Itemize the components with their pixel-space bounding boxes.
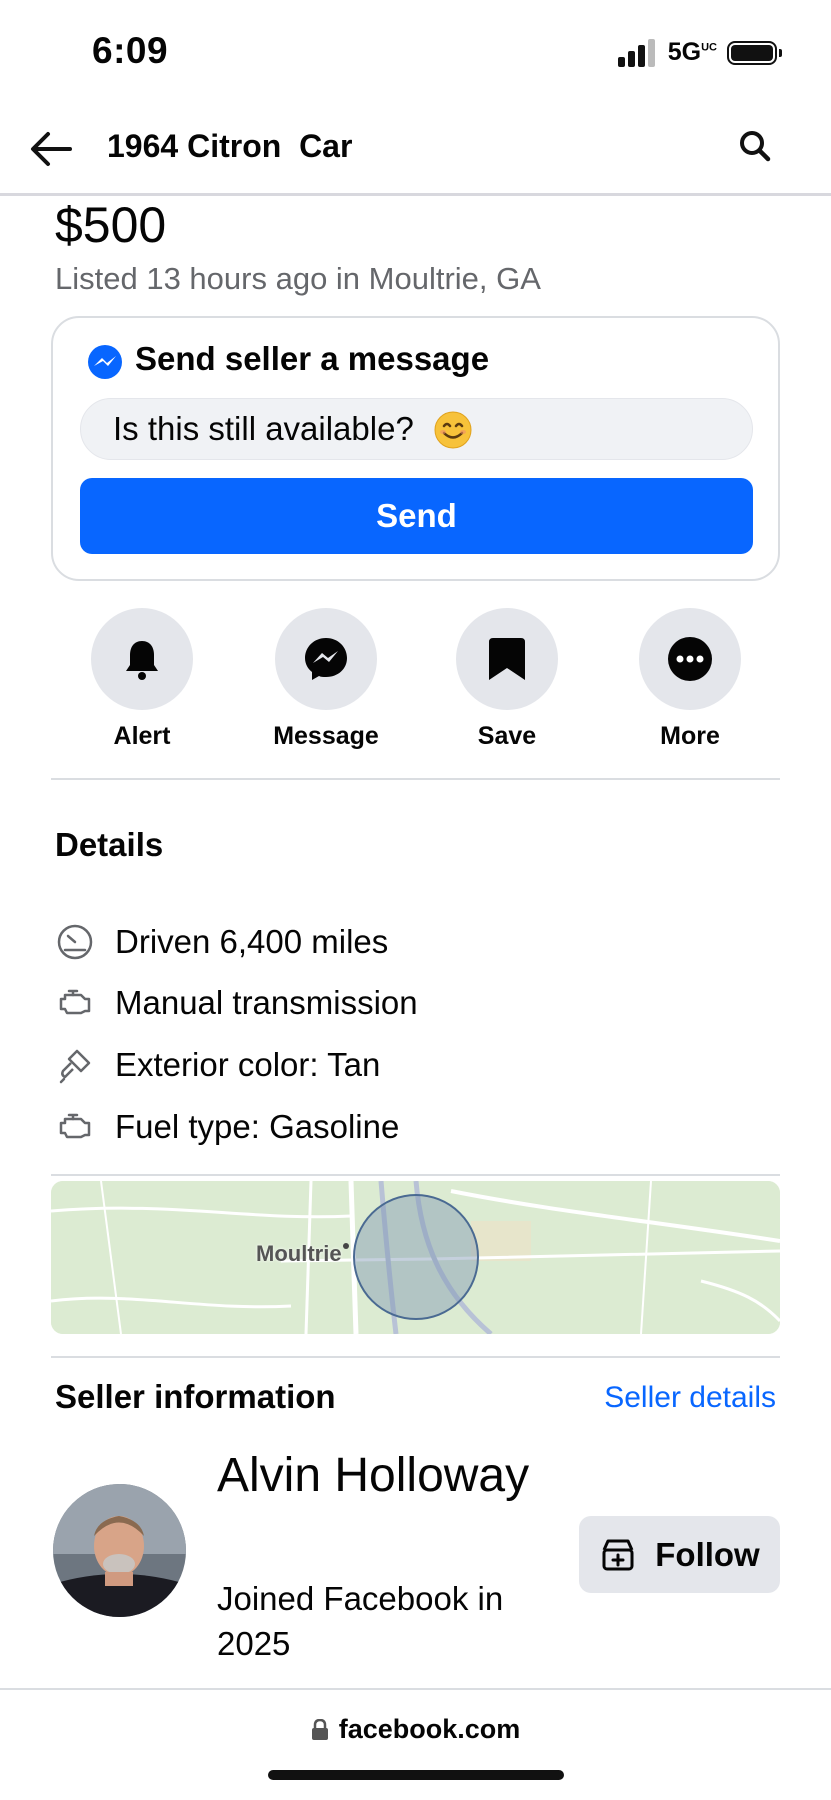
- seller-name[interactable]: Alvin Holloway: [217, 1442, 537, 1510]
- listing-price: $500: [55, 197, 167, 253]
- messenger-icon: [305, 638, 347, 680]
- search-button[interactable]: [735, 126, 775, 166]
- listing-meta: Listed 13 hours ago in Moultrie, GA: [55, 261, 541, 296]
- message-button[interactable]: Message: [246, 608, 406, 751]
- alert-button[interactable]: Alert: [62, 608, 222, 751]
- follow-button[interactable]: Follow: [579, 1516, 780, 1593]
- more-button[interactable]: More: [610, 608, 770, 751]
- save-button[interactable]: Save: [427, 608, 587, 751]
- speedometer-icon: [57, 924, 93, 960]
- back-button[interactable]: [26, 124, 76, 174]
- battery-icon: [727, 40, 782, 65]
- divider: [51, 1174, 780, 1176]
- seller-details-link[interactable]: Seller details: [604, 1381, 776, 1415]
- status-indicators: 5GUC: [617, 38, 782, 67]
- follow-label: Follow: [655, 1535, 760, 1573]
- app-header: 1964 Citron Car: [0, 100, 831, 196]
- detail-fuel-type: Fuel type: Gasoline: [55, 1103, 399, 1151]
- detail-exterior-color: Exterior color: Tan: [55, 1041, 380, 1089]
- lock-icon: [311, 1718, 328, 1740]
- signal-icon: [617, 38, 655, 67]
- bookmark-icon: [489, 638, 525, 680]
- location-map[interactable]: Moultrie: [51, 1181, 780, 1334]
- url-bar[interactable]: facebook.com: [0, 1714, 831, 1745]
- seller-info-heading: Seller information: [55, 1378, 336, 1415]
- arrow-left-icon: [31, 132, 72, 166]
- paintbrush-icon: [59, 1049, 91, 1084]
- save-label: Save: [477, 722, 537, 750]
- divider: [51, 1356, 780, 1358]
- more-label: More: [660, 722, 720, 750]
- engine-icon: [59, 989, 91, 1015]
- store-follow-icon: [602, 1539, 634, 1570]
- messenger-icon: [88, 345, 122, 379]
- details-heading: Details: [55, 826, 164, 863]
- seller-avatar[interactable]: [53, 1484, 186, 1617]
- smiling-emoji-icon: [434, 411, 472, 449]
- send-message-title: Send seller a message: [135, 340, 490, 377]
- status-time: 6:09: [92, 30, 169, 71]
- map-image: [51, 1181, 780, 1334]
- detail-mileage: Driven 6,400 miles: [55, 918, 388, 966]
- map-city-label: Moultrie: [256, 1241, 342, 1266]
- more-icon: [668, 637, 712, 681]
- message-label: Message: [273, 722, 379, 750]
- home-indicator[interactable]: [268, 1770, 564, 1780]
- bell-icon: [126, 641, 158, 680]
- url-text: facebook.com: [338, 1714, 521, 1744]
- avatar-image: [53, 1484, 186, 1617]
- message-input[interactable]: [80, 398, 753, 460]
- send-message-card: Send seller a message Send: [51, 316, 780, 581]
- alert-label: Alert: [113, 722, 171, 750]
- engine-icon: [59, 1113, 91, 1139]
- send-button[interactable]: Send: [80, 478, 753, 554]
- page-title: 1964 Citron Car: [107, 128, 353, 164]
- detail-transmission: Manual transmission: [55, 979, 418, 1027]
- search-icon: [740, 131, 771, 162]
- seller-joined: Joined Facebook in 2025: [217, 1580, 504, 1662]
- network-label: 5GUC: [667, 38, 717, 66]
- divider: [51, 778, 780, 780]
- browser-bottom-bar: facebook.com: [0, 1688, 831, 1800]
